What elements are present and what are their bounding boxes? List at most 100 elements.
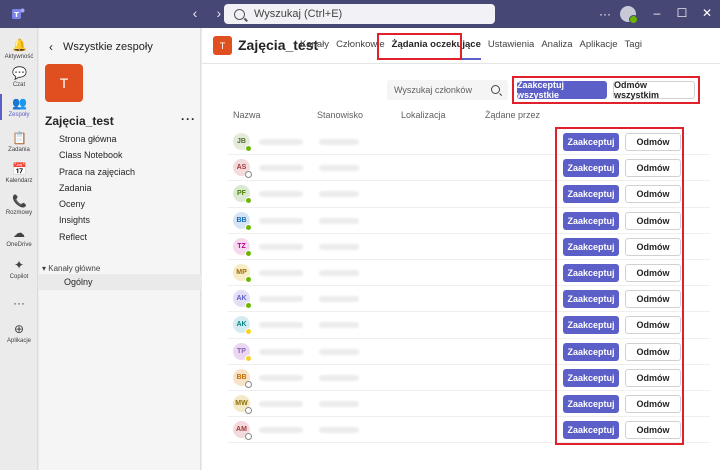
table-row: AK Zaakceptuj Odmów (228, 286, 710, 313)
column-header-title: Stanowisko (317, 110, 364, 120)
accept-button[interactable]: Zaakceptuj (563, 290, 619, 309)
accept-button[interactable]: Zaakceptuj (563, 421, 619, 440)
reject-button[interactable]: Odmów (625, 316, 681, 335)
minimize-icon[interactable]: – (650, 6, 664, 20)
tab-members[interactable]: Członkowie (336, 39, 385, 50)
reject-button[interactable]: Odmów (625, 290, 681, 309)
channel-item-general[interactable]: Ogólny (39, 274, 201, 290)
accept-button[interactable]: Zaakceptuj (563, 342, 619, 361)
reject-button[interactable]: Odmów (625, 395, 681, 413)
team-tab-classwork[interactable]: Praca na zajęciach (59, 167, 135, 183)
reject-button[interactable]: Odmów (625, 185, 681, 204)
accept-button[interactable]: Zaakceptuj (563, 133, 619, 151)
presence-status-icon (245, 276, 252, 283)
reject-all-button[interactable]: Odmów wszystkim (613, 80, 695, 100)
accept-button[interactable]: Zaakceptuj (563, 159, 619, 178)
blurred-job-title (319, 374, 359, 381)
tab-pending-requests[interactable]: Żądania oczekujące (391, 39, 482, 60)
blurred-job-title (319, 296, 359, 303)
rail-item-more[interactable]: ··· (0, 296, 38, 312)
team-more-options-button[interactable]: ··· (181, 112, 196, 126)
team-panel: ‹ Wszystkie zespoły T Zajęcia_test ··· S… (39, 28, 201, 470)
reject-button[interactable]: Odmów (625, 211, 681, 230)
tab-settings[interactable]: Ustawienia (488, 39, 534, 50)
reject-button[interactable]: Odmów (625, 264, 681, 282)
tab-channels[interactable]: Kanały (300, 39, 329, 50)
reject-button[interactable]: Odmów (625, 237, 681, 256)
presence-status-icon (245, 145, 252, 152)
reject-button[interactable]: Odmów (625, 159, 681, 178)
team-header-tabs: Kanały Członkowie Żądania oczekujące Ust… (300, 39, 649, 60)
phone-icon: 📞 (12, 194, 27, 208)
tab-tags[interactable]: Tagi (625, 39, 642, 50)
team-header-avatar: T (213, 36, 232, 55)
channels-header[interactable]: ▾ Kanały główne (42, 264, 100, 273)
accept-button[interactable]: Zaakceptuj (563, 185, 619, 204)
presence-status-icon (245, 302, 252, 310)
table-row: MW Zaakceptuj Odmów (228, 391, 710, 418)
team-name: Zajęcia_test (45, 114, 114, 128)
accept-button[interactable]: Zaakceptuj (563, 316, 619, 335)
rail-item-calendar[interactable]: 📅 Kalendarz (0, 162, 38, 184)
user-avatar[interactable] (620, 6, 638, 24)
close-icon[interactable]: ✕ (700, 6, 714, 20)
tab-apps[interactable]: Aplikacje (580, 39, 618, 50)
accept-button[interactable]: Zaakceptuj (563, 264, 619, 282)
blurred-name (259, 243, 303, 250)
rail-label: Aplikacje (6, 338, 31, 344)
reject-button[interactable]: Odmów (625, 368, 681, 387)
reject-button[interactable]: Odmów (625, 133, 681, 151)
team-tab-home[interactable]: Strona główna (59, 134, 135, 150)
blurred-name (259, 217, 303, 224)
rail-item-chat[interactable]: 💬 Czat (0, 66, 38, 88)
team-tab-class-notebook[interactable]: Class Notebook (59, 150, 135, 166)
table-row: BB Zaakceptuj Odmów (228, 365, 710, 391)
rail-item-teams[interactable]: 👥 Zespoły (0, 96, 38, 118)
accept-button[interactable]: Zaakceptuj (563, 211, 619, 230)
table-row: AM Zaakceptuj Odmów (228, 417, 710, 444)
table-row: TP Zaakceptuj Odmów (228, 339, 710, 365)
blurred-job-title (319, 270, 359, 276)
accept-all-button[interactable]: Zaakceptuj wszystkie (517, 80, 607, 100)
table-row: BB Zaakceptuj Odmów (228, 208, 710, 234)
table-row: JB Zaakceptuj Odmów (228, 129, 710, 156)
title-bar: T ‹ › Wyszukaj (Ctrl+E) ··· – ☐ ✕ (0, 0, 720, 28)
table-row: MP Zaakceptuj Odmów (228, 260, 710, 287)
accept-button[interactable]: Zaakceptuj (563, 395, 619, 413)
team-tab-grades[interactable]: Oceny (59, 199, 135, 215)
team-tab-insights[interactable]: Insights (59, 215, 135, 231)
rail-item-calls[interactable]: 📞 Rozmowy (0, 194, 38, 216)
search-icon (234, 8, 245, 20)
back-nav-button[interactable]: ‹ (185, 5, 205, 21)
team-tab-assignments[interactable]: Zadania (59, 183, 135, 199)
blurred-name (259, 374, 303, 381)
member-search-input[interactable]: Wyszukaj członków (387, 80, 508, 100)
chevron-left-icon: ‹ (49, 40, 53, 54)
rail-item-onedrive[interactable]: ☁ OneDrive (0, 226, 38, 248)
team-tab-reflect[interactable]: Reflect (59, 232, 135, 248)
all-teams-back-link[interactable]: ‹ Wszystkie zespoły (49, 40, 153, 54)
presence-status-icon (245, 407, 252, 414)
maximize-icon[interactable]: ☐ (675, 6, 689, 20)
reject-button[interactable]: Odmów (625, 342, 681, 361)
calendar-icon: 📅 (12, 162, 27, 176)
rail-label: Aktywność (4, 54, 34, 60)
presence-status-icon (245, 354, 252, 362)
accept-button[interactable]: Zaakceptuj (563, 237, 619, 256)
bell-icon: 🔔 (12, 38, 27, 52)
reject-button[interactable]: Odmów (625, 421, 681, 440)
presence-status-icon (245, 433, 252, 441)
blurred-job-title (319, 217, 359, 224)
rail-item-copilot[interactable]: ✦ Copilot (0, 258, 38, 280)
rail-item-assignments[interactable]: 📋 Zadania (0, 131, 38, 153)
rail-item-apps[interactable]: ⊕ Aplikacje (0, 322, 38, 344)
more-icon: ··· (13, 296, 25, 310)
channels-header-label: Kanały główne (48, 264, 101, 273)
rail-item-activity[interactable]: 🔔 Aktywność (0, 38, 38, 60)
global-search-input[interactable]: Wyszukaj (Ctrl+E) (224, 4, 495, 24)
blurred-name (259, 348, 303, 355)
blurred-name (259, 401, 303, 407)
settings-more-button[interactable]: ··· (595, 7, 615, 21)
accept-button[interactable]: Zaakceptuj (563, 368, 619, 387)
tab-analytics[interactable]: Analiza (541, 39, 572, 50)
